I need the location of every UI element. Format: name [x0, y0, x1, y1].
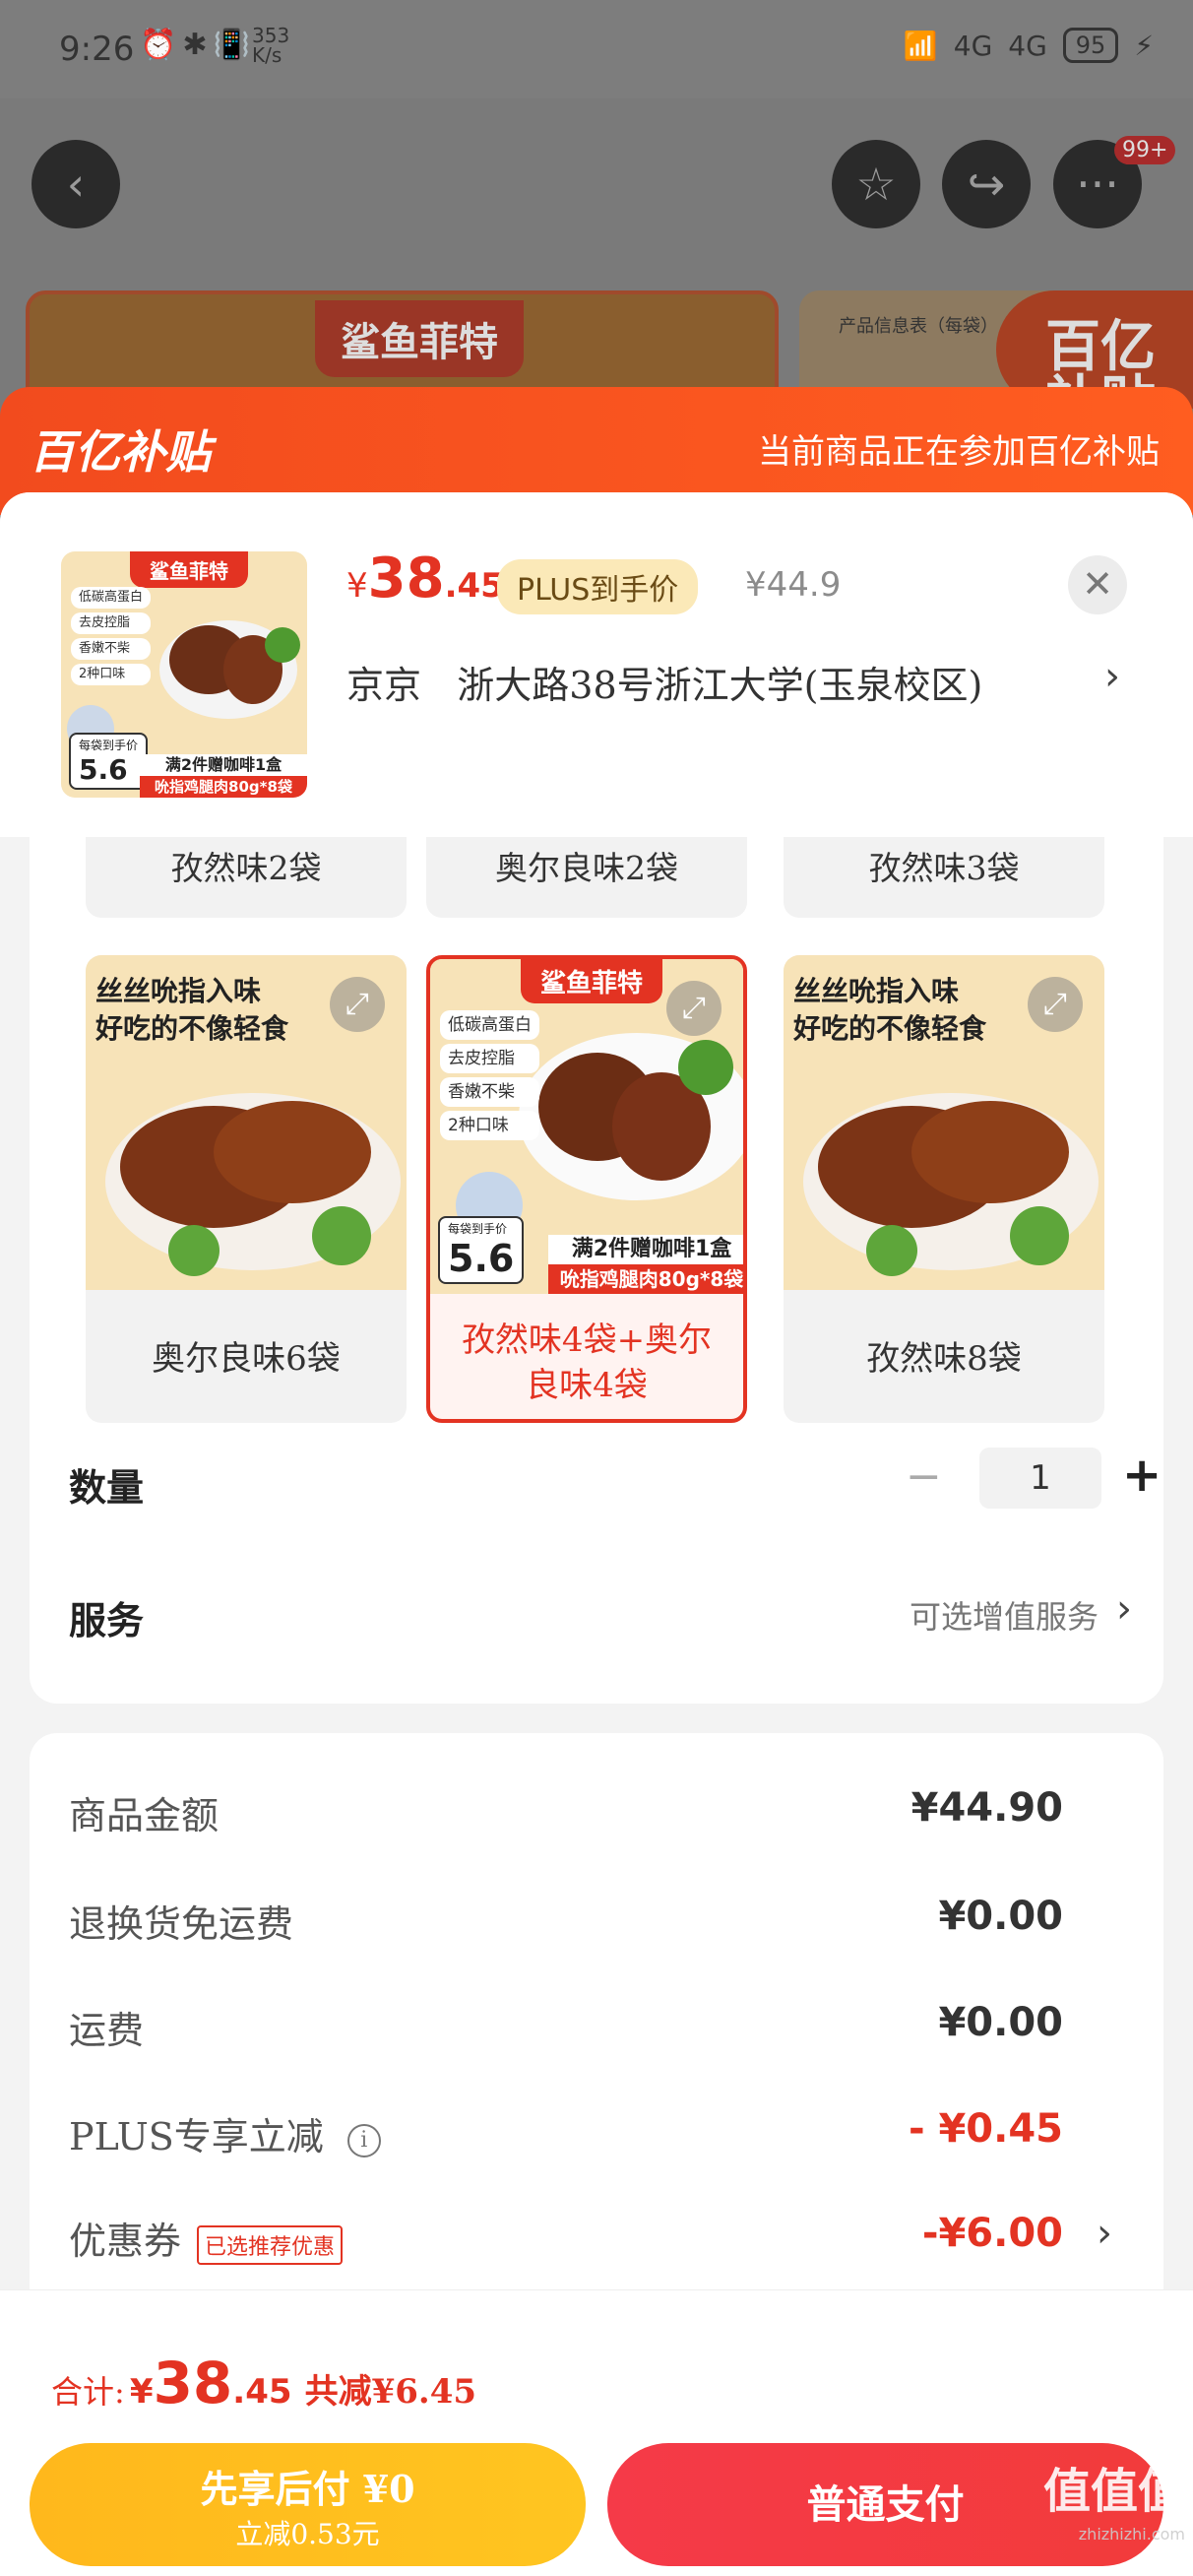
charging-icon: ⚡ [1134, 29, 1154, 62]
subsidy-note: 当前商品正在参加百亿补贴 [758, 432, 1160, 472]
fee-row-plus: PLUS专享立减 i - ¥0.45 [69, 2098, 1112, 2167]
chevron-right-icon[interactable]: › [1104, 654, 1120, 699]
total-price: 合计: ¥38.45 共减¥6.45 [51, 2350, 477, 2416]
fee-value: ¥44.90 [910, 1785, 1063, 1831]
star-icon: ☆ [855, 158, 897, 211]
pay-later-button[interactable]: 先享后付 ¥0 立减0.53元 [30, 2443, 586, 2566]
subsidy-logo: 百亿补贴 [30, 425, 211, 479]
quantity-title: 数量 [69, 1465, 145, 1510]
decrease-button[interactable]: − [906, 1451, 942, 1502]
fee-value: ¥0.00 [938, 1894, 1063, 1939]
sku-option-orleans-6[interactable]: 丝丝吮指入味 好吃的不像轻食 ⤢ 奥尔良味6袋 [86, 955, 407, 1423]
expand-icon[interactable]: ⤢ [330, 977, 385, 1032]
status-time: 9:26 [59, 30, 135, 69]
wifi-icon: 📶 [903, 29, 938, 62]
fee-row-goods: 商品金额 ¥44.90 [69, 1777, 1112, 1846]
product-header: 鲨鱼菲特 低碳高蛋白 去皮控脂 香嫩不柴 2种口味 每袋到手价 5.6 满2件赠… [0, 492, 1193, 837]
close-icon: ✕ [1082, 562, 1113, 606]
fee-label: 退换货免运费 [69, 1902, 294, 1946]
service-text: 可选增值服务 [909, 1598, 1099, 1636]
status-right: 📶 4G 4G 95 ⚡ [904, 28, 1154, 63]
signal-1: 4G [953, 29, 993, 62]
thumb-promo: 满2件赠咖啡1盒 吮指鸡腿肉80g*8袋 [140, 754, 307, 798]
coupon-tag: 已选推荐优惠 [197, 2224, 344, 2265]
more-icon: ··· [1076, 158, 1119, 211]
quantity-row: 数量 − 1 + [69, 1448, 1162, 1526]
sku-options: 孜然味2袋 奥尔良味2袋 孜然味3袋 丝丝吮指入味 好吃的不像轻食 ⤢ 奥尔良味6… [30, 837, 1163, 1704]
current-price: ¥38.45 [346, 547, 504, 611]
sku-option-cumin-2[interactable]: 孜然味2袋 [86, 837, 407, 918]
fee-label: 优惠券 已选推荐优惠 [69, 2211, 344, 2265]
thumb-price-stamp: 每袋到手价 5.6 [69, 733, 149, 790]
close-button[interactable]: ✕ [1068, 555, 1127, 614]
fee-label: PLUS专享立减 i [69, 2106, 381, 2160]
plus-price-tag: PLUS到手价 [497, 559, 699, 614]
fee-row-return: 退换货免运费 ¥0.00 [69, 1886, 1112, 1955]
share-button[interactable]: ↪ [942, 140, 1031, 228]
message-badge: 99+ [1114, 136, 1176, 164]
chevron-left-icon: ‹ [66, 158, 86, 211]
sku-slogan: 丝丝吮指入味 好吃的不像轻食 [793, 975, 987, 1045]
sku-label: 奥尔良味6袋 [152, 1339, 341, 1379]
fee-label: 商品金额 [69, 1794, 220, 1837]
status-bar: 9:26 ⏰✱📳 353 K/s 📶 4G 4G 95 ⚡ [0, 0, 1193, 98]
watermark: 值值值 zhizhizhi.com [1042, 2464, 1185, 2544]
signal-2: 4G [1008, 29, 1047, 62]
increase-button[interactable]: + [1122, 1448, 1162, 1503]
share-icon: ↪ [967, 158, 1006, 211]
nav-bar: ‹ ☆ ↪ ··· 99+ [0, 98, 1193, 266]
product-info-label: 产品信息表（每袋） [839, 316, 998, 337]
sku-option-cumin-3[interactable]: 孜然味3袋 [784, 837, 1104, 918]
fee-row-coupon[interactable]: 优惠券 已选推荐优惠 -¥6.00 › [69, 2203, 1112, 2272]
battery-icon: 95 [1062, 28, 1119, 63]
total-saved: 共减¥6.45 [304, 2372, 477, 2412]
fee-summary: 商品金额 ¥44.90 退换货免运费 ¥0.00 运费 ¥0.00 PLUS专享… [30, 1733, 1163, 2383]
chevron-right-icon: › [1116, 1586, 1132, 1632]
price-stamp: 每袋到手价 5.6 [438, 1216, 525, 1284]
original-price: ¥44.9 [745, 565, 842, 605]
expand-icon[interactable]: ⤢ [666, 981, 722, 1036]
service-title: 服务 [69, 1598, 145, 1642]
delivery-address[interactable]: 京京 浙大路38号浙江大学(玉泉校区) [346, 655, 982, 709]
fee-value: - ¥0.45 [908, 2106, 1063, 2152]
fee-value: ¥0.00 [938, 2000, 1063, 2045]
expand-icon[interactable]: ⤢ [1028, 977, 1083, 1032]
sku-option-cumin-8[interactable]: 丝丝吮指入味 好吃的不像轻食 ⤢ 孜然味8袋 [784, 955, 1104, 1423]
brand-tag: 鲨鱼菲特 [521, 959, 663, 1003]
sku-slogan: 丝丝吮指入味 好吃的不像轻食 [95, 975, 289, 1045]
brand-logo: 鲨鱼菲特 [315, 300, 524, 377]
sku-label: 孜然味8袋 [866, 1339, 1022, 1379]
sku-option-mixed-8[interactable]: 鲨鱼菲特 低碳高蛋白 去皮控脂 香嫩不柴 2种口味 每袋到手价 5.6 满2件赠… [426, 955, 747, 1423]
checkout-bar: 合计: ¥38.45 共减¥6.45 先享后付 ¥0 立减0.53元 普通支付 … [0, 2289, 1193, 2576]
back-button[interactable]: ‹ [31, 140, 120, 228]
service-row[interactable]: 服务 可选增值服务 › [69, 1580, 1132, 1659]
fee-value: -¥6.00 [921, 2211, 1063, 2256]
chevron-right-icon: › [1097, 2211, 1112, 2256]
quantity-input[interactable]: 1 [979, 1448, 1101, 1509]
feature-list: 低碳高蛋白 去皮控脂 香嫩不柴 2种口味 [440, 1010, 539, 1144]
fee-row-shipping: 运费 ¥0.00 [69, 1992, 1112, 2061]
sku-option-orleans-2[interactable]: 奥尔良味2袋 [426, 837, 747, 918]
promo-banner: 满2件赠咖啡1盒 吮指鸡腿肉80g*8袋 [548, 1235, 743, 1294]
product-thumbnail[interactable]: 鲨鱼菲特 低碳高蛋白 去皮控脂 香嫩不柴 2种口味 每袋到手价 5.6 满2件赠… [61, 551, 307, 798]
purchase-sheet: 鲨鱼菲特 低碳高蛋白 去皮控脂 香嫩不柴 2种口味 每袋到手价 5.6 满2件赠… [0, 492, 1193, 2576]
status-icons: ⏰✱📳 [140, 28, 256, 62]
favorite-button[interactable]: ☆ [832, 140, 920, 228]
net-speed: 353 K/s [252, 24, 290, 67]
fee-label: 运费 [69, 2009, 145, 2052]
sku-label: 孜然味4袋+奥尔良味4袋 [461, 1320, 713, 1405]
info-icon[interactable]: i [346, 2123, 381, 2157]
